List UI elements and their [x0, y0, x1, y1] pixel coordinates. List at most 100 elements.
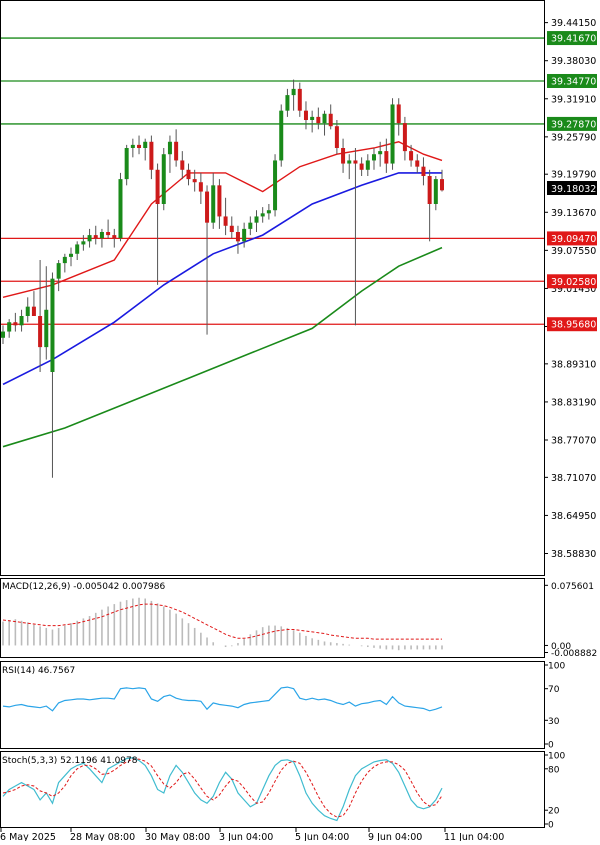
forex-chart: 39.44150 39.38030 39.31910 39.25790 39.19790…	[0, 0, 597, 843]
candle-body	[7, 322, 12, 332]
candle-body	[180, 160, 185, 170]
rsi-tick-label: 30	[548, 717, 560, 727]
candle-body	[87, 235, 92, 242]
candle-body	[334, 126, 339, 148]
candle-body	[205, 191, 210, 223]
level-tag-label: 39.09470	[551, 234, 596, 245]
candle-body	[409, 151, 414, 161]
candle-body	[217, 185, 222, 217]
candle-body	[433, 179, 438, 204]
candle-body	[235, 232, 240, 242]
time-tick-label: 11 Jun 04:00	[444, 832, 504, 841]
candle-body	[254, 216, 259, 223]
stoch-label: Stoch(5,3,3) 52.1196 41.0978	[2, 756, 138, 766]
candle-body	[118, 179, 123, 239]
time-tick-label: 28 May 08:00	[70, 832, 135, 841]
rsi-tick-label: 100	[548, 662, 565, 672]
rsi-panel-frame	[0, 661, 545, 749]
candle-body	[38, 316, 43, 348]
candle-body	[56, 263, 61, 279]
candle-body	[421, 166, 426, 176]
level-tag-label: 39.41670	[551, 34, 596, 45]
price-tick-label: 38.64950	[551, 511, 596, 522]
price-tick-label: 38.71070	[551, 473, 596, 484]
price-tick-label: 39.13670	[551, 208, 596, 219]
candle-body	[273, 160, 278, 211]
candle-body	[396, 104, 401, 124]
candle-body	[155, 169, 160, 204]
level-tag-label: 39.34770	[551, 76, 596, 87]
price-tick-label: 39.38030	[551, 56, 596, 67]
candle-body	[322, 113, 327, 124]
macd-tick-label: 0.075601	[551, 582, 594, 592]
candle-body	[440, 179, 444, 191]
time-tick-label: 5 Jun 04:00	[295, 832, 349, 841]
time-tick-label: 26 May 2025	[0, 832, 56, 841]
price-axis: 39.44150 39.38030 39.31910 39.25790 39.19790…	[544, 18, 596, 560]
candle-body	[44, 309, 49, 348]
candle-body	[19, 316, 24, 326]
candle-body	[285, 95, 290, 111]
price-tick-label: 39.44150	[551, 18, 596, 29]
candle-body	[303, 110, 308, 120]
candle-body	[25, 306, 30, 316]
rsi-tick-label: 0	[548, 741, 554, 751]
candle-body	[347, 160, 352, 164]
candle-body	[211, 185, 216, 223]
candle-body	[266, 210, 271, 214]
candle-body	[31, 306, 36, 316]
candle-body	[341, 148, 346, 164]
candle-body	[174, 141, 179, 161]
price-tick-label: 39.07550	[551, 246, 596, 257]
candle-body	[427, 176, 432, 204]
candle-body	[130, 144, 135, 148]
candle-body	[415, 160, 420, 167]
candle-body	[328, 113, 333, 127]
candle-body	[137, 144, 142, 148]
rsi-tick-label: 70	[548, 685, 560, 695]
candle-body	[365, 160, 370, 170]
macd-label: MACD(12,26,9) -0.005042 0.007986	[2, 582, 165, 592]
time-axis: 26 May 2025 28 May 08:00 30 May 08:00 3 Jun…	[0, 828, 504, 843]
macd-tick-label: -0.008882	[551, 649, 597, 659]
stoch-tick-label: 100	[548, 752, 565, 762]
candle-body	[378, 151, 383, 155]
candle-body	[149, 141, 154, 170]
candle-body	[192, 179, 197, 183]
candle-body	[353, 160, 358, 164]
stoch-tick-label: 0	[548, 821, 554, 831]
price-tick-label: 39.19790	[551, 170, 596, 181]
candle-body	[93, 235, 98, 239]
candle-body	[50, 278, 55, 372]
candle-body	[124, 148, 129, 180]
candle-body	[75, 244, 80, 254]
level-tag-label: 39.27870	[551, 119, 596, 130]
candle-body	[69, 253, 74, 257]
time-tick-label: 3 Jun 04:00	[219, 832, 273, 841]
candle-body	[260, 213, 265, 217]
current-price-label: 39.18032	[551, 184, 596, 195]
candle-body	[112, 235, 117, 239]
candle-body	[384, 151, 389, 164]
candle-body	[62, 256, 67, 264]
rsi-label: RSI(14) 46.7567	[2, 666, 75, 676]
stoch-tick-label: 80	[548, 765, 560, 775]
price-tick-label: 38.83190	[551, 397, 596, 408]
candle-body	[297, 88, 302, 111]
candle-body	[371, 154, 376, 161]
time-tick-label: 9 Jun 04:00	[368, 832, 422, 841]
candle-body	[390, 104, 395, 164]
candle-body	[223, 216, 228, 226]
price-tick-label: 39.25790	[551, 132, 596, 143]
price-tick-label: 38.89310	[551, 359, 596, 370]
candle-body	[359, 163, 364, 170]
candle-body	[167, 141, 172, 155]
candle-body	[1, 331, 5, 338]
candle-body	[242, 228, 247, 242]
candle-body	[13, 322, 18, 326]
candle-body	[248, 222, 253, 229]
level-tag-label: 38.95680	[551, 320, 596, 331]
candle-body	[316, 116, 321, 124]
candle-body	[229, 225, 234, 232]
candle-body	[161, 154, 166, 204]
